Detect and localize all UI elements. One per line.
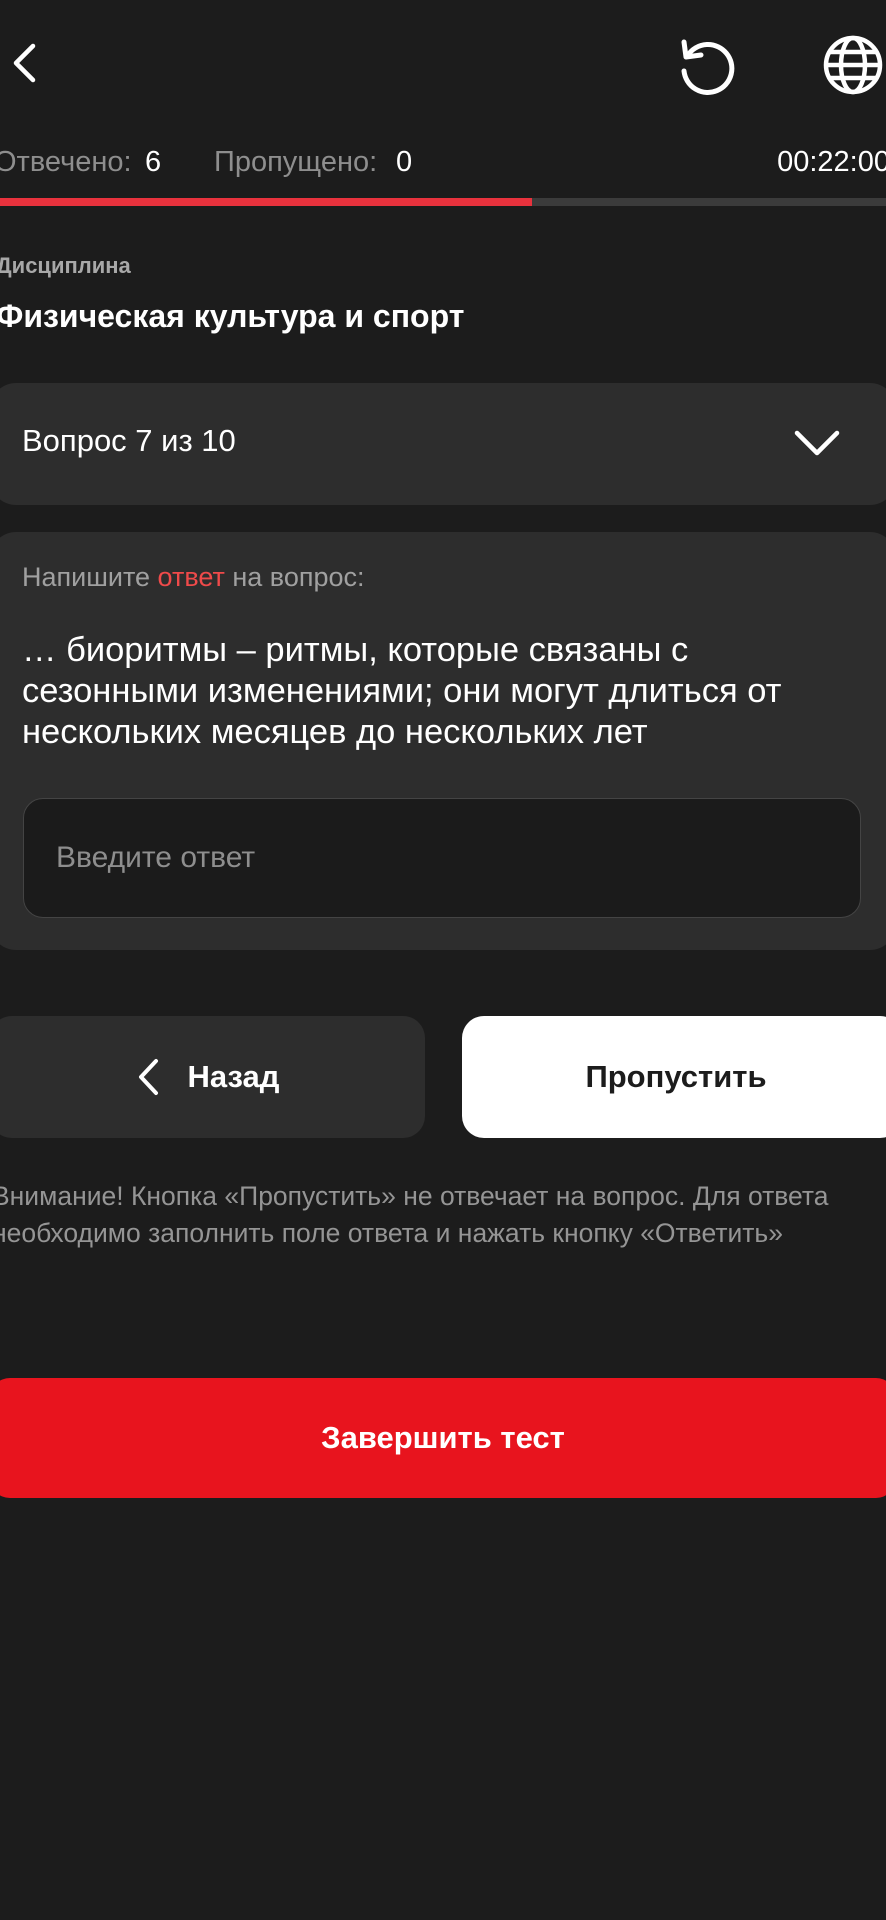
- skip-warning-text: Внимание! Кнопка «Пропустить» не отвечае…: [0, 1181, 829, 1248]
- answered-label: Отвечено:: [0, 146, 132, 178]
- chevron-down-icon: [794, 430, 840, 456]
- instruction-accent: ответ: [157, 562, 225, 592]
- answer-input[interactable]: [23, 798, 861, 918]
- reload-icon[interactable]: [672, 32, 742, 102]
- question-instruction: Напишите ответ на вопрос:: [22, 562, 365, 593]
- skip-button-label: Пропустить: [585, 1059, 767, 1094]
- chevron-left-icon: [138, 1059, 158, 1095]
- answered-count: 6: [145, 146, 162, 178]
- timer: 00:22:00: [777, 146, 886, 178]
- finish-test-button[interactable]: Завершить тест: [0, 1378, 886, 1498]
- question-text: … биоритмы – ритмы, которые связаны с се…: [22, 631, 782, 751]
- back-icon[interactable]: [0, 28, 48, 98]
- discipline-label: Дисциплина: [0, 253, 131, 278]
- skip-button[interactable]: Пропустить: [462, 1016, 886, 1138]
- question-selector[interactable]: Вопрос 7 из 10: [0, 383, 886, 505]
- skipped-count: 0: [396, 146, 413, 178]
- instruction-prefix: Напишите: [22, 562, 158, 592]
- finish-test-label: Завершить тест: [321, 1420, 565, 1455]
- question-number-label: Вопрос 7 из 10: [22, 423, 236, 458]
- instruction-suffix: на вопрос:: [224, 562, 365, 592]
- progress-fill: [0, 198, 532, 206]
- back-button[interactable]: Назад: [0, 1016, 425, 1138]
- discipline-name: Физическая культура и спорт: [0, 298, 465, 334]
- question-card: Напишите ответ на вопрос: … биоритмы – р…: [0, 532, 886, 950]
- skipped-label: Пропущено:: [214, 146, 378, 178]
- back-button-label: Назад: [187, 1059, 280, 1094]
- progress-bar: [0, 198, 886, 206]
- globe-icon[interactable]: [818, 30, 886, 100]
